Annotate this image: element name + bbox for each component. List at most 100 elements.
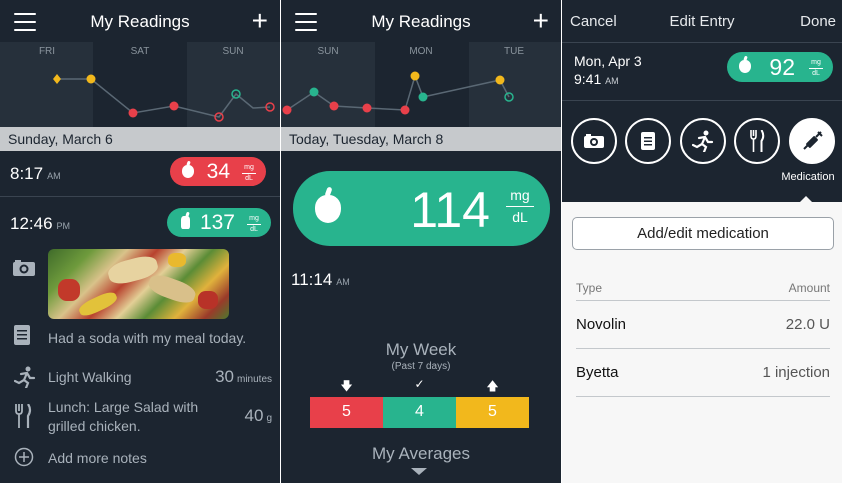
reading-row[interactable]: 8:17 AM 34 mg dL bbox=[0, 151, 280, 197]
week-low-count: 5 bbox=[310, 397, 383, 428]
reading-unit: mg dL bbox=[247, 215, 261, 234]
entry-date: Mon, Apr 3 bbox=[574, 53, 642, 69]
add-reading-plus-icon[interactable]: + bbox=[252, 6, 268, 36]
add-reading-plus-icon[interactable]: + bbox=[533, 6, 549, 36]
chart-point bbox=[169, 101, 179, 111]
chart-point bbox=[282, 105, 292, 115]
activity-label[interactable]: Light Walking bbox=[48, 368, 132, 387]
reading-value: 137 bbox=[199, 211, 235, 234]
activity-tab[interactable] bbox=[680, 118, 726, 164]
activity-minutes: 30 bbox=[215, 367, 234, 386]
chart-point bbox=[362, 103, 372, 113]
week-in-range-count: 4 bbox=[383, 397, 456, 428]
divider bbox=[562, 42, 842, 43]
activity-unit: minutes bbox=[236, 374, 272, 385]
reading-time: 8:17 AM bbox=[10, 164, 61, 184]
camera-tab[interactable] bbox=[571, 118, 617, 164]
fork-knife-icon bbox=[14, 403, 32, 433]
reading-badge-low[interactable]: 34 mg dL bbox=[170, 157, 266, 186]
unit-bottom: dL bbox=[812, 70, 820, 77]
column-header-type: Type bbox=[576, 281, 603, 295]
chart-point bbox=[495, 75, 505, 85]
chevron-down-icon[interactable] bbox=[411, 468, 427, 475]
notes-tab[interactable] bbox=[625, 118, 671, 164]
entry-reading-badge[interactable]: 92 mg dL bbox=[727, 52, 833, 82]
fork-knife-icon bbox=[750, 129, 765, 152]
divider bbox=[576, 300, 830, 301]
divider bbox=[576, 348, 830, 349]
add-more-notes-link[interactable]: Add more notes bbox=[48, 449, 147, 468]
reading-time-value: 8:17 bbox=[10, 164, 44, 183]
check-icon: ✓ bbox=[414, 377, 425, 391]
reading-time-value: 11:14 bbox=[291, 270, 333, 289]
camera-icon bbox=[584, 134, 604, 148]
reading-unit: mg dL bbox=[242, 164, 256, 183]
page-title: My Readings bbox=[90, 12, 190, 31]
meal-value: 40 g bbox=[245, 406, 272, 426]
unit-bottom: dL bbox=[250, 226, 258, 233]
meal-photo[interactable] bbox=[48, 249, 229, 319]
food-tab[interactable] bbox=[734, 118, 780, 164]
reading-time-value: 12:46 bbox=[10, 214, 53, 233]
chart-day-label: SUN bbox=[222, 46, 243, 57]
arrow-up-icon: 🡅 bbox=[486, 379, 499, 393]
chart-point bbox=[418, 92, 428, 102]
running-icon bbox=[13, 366, 36, 393]
week-high-count: 5 bbox=[456, 397, 529, 428]
apple-icon bbox=[182, 165, 194, 178]
readings-mini-chart-svg: SUN MON TUE bbox=[282, 42, 524, 127]
reading-time-ampm: PM bbox=[56, 221, 71, 231]
note-text[interactable]: Had a soda with my meal today. bbox=[48, 329, 246, 348]
unit-top: mg bbox=[811, 59, 821, 66]
medication-tab[interactable] bbox=[789, 118, 835, 164]
date-header: Today, Tuesday, March 8 bbox=[281, 127, 561, 151]
reading-time: 11:14 AM bbox=[291, 270, 350, 290]
reading-unit: mg dL bbox=[809, 59, 823, 78]
chart-point bbox=[128, 108, 138, 118]
current-reading-badge[interactable]: 114 mg dL bbox=[293, 171, 550, 246]
add-circle-icon[interactable] bbox=[14, 447, 34, 472]
chart-day-label: FRI bbox=[39, 46, 55, 57]
readings-mini-chart[interactable]: SUN MON TUE bbox=[281, 42, 561, 127]
averages-title[interactable]: My Averages bbox=[281, 444, 561, 464]
chart-point bbox=[86, 74, 96, 84]
apple-core-icon bbox=[181, 216, 190, 229]
chart-day-label: MON bbox=[409, 46, 432, 57]
chart-day-label: SAT bbox=[131, 46, 150, 57]
week-summary-bar[interactable]: 5 4 5 bbox=[310, 397, 529, 428]
entry-datetime[interactable]: Mon, Apr 3 9:41 AM bbox=[574, 52, 642, 90]
edit-entry-header: Cancel Edit Entry Done Mon, Apr 3 9:41 A… bbox=[562, 0, 842, 203]
meal-carbs: 40 bbox=[244, 406, 264, 425]
meal-description[interactable]: Lunch: Large Salad with grilled chicken. bbox=[48, 398, 218, 436]
readings-mini-chart[interactable]: FRI SAT SUN bbox=[0, 42, 280, 127]
week-summary-title: My Week bbox=[385, 340, 457, 359]
chart-point bbox=[410, 71, 420, 81]
unit-top: mg bbox=[510, 187, 530, 203]
column-header-amount: Amount bbox=[788, 281, 830, 295]
arrow-down-icon: 🡇 bbox=[340, 379, 353, 393]
medication-type: Byetta bbox=[576, 364, 619, 381]
medication-amount: 22.0 U bbox=[785, 316, 830, 333]
week-summary-subtitle: (Past 7 days) bbox=[391, 361, 451, 372]
unit-top: mg bbox=[249, 215, 259, 222]
reading-value: 92 bbox=[769, 54, 795, 80]
chart-day-label: SUN bbox=[317, 46, 338, 57]
reading-value: 114 bbox=[410, 182, 490, 238]
reading-badge-in-range[interactable]: 137 mg dL bbox=[167, 208, 271, 237]
apple-icon bbox=[739, 60, 751, 73]
activity-value: 30 minutes bbox=[215, 367, 272, 387]
unit-bottom: dL bbox=[512, 209, 528, 225]
nav-bar: My Readings + bbox=[0, 0, 280, 42]
chart-point bbox=[329, 101, 339, 111]
reading-time-ampm: AM bbox=[47, 171, 61, 181]
chart-point bbox=[53, 74, 61, 84]
add-edit-medication-button[interactable]: Add/edit medication bbox=[572, 217, 834, 250]
apple-icon bbox=[315, 195, 341, 223]
reading-unit: mg dL bbox=[506, 187, 534, 226]
medication-tab-label: Medication bbox=[781, 171, 835, 183]
nav-bar: My Readings + bbox=[281, 0, 561, 42]
done-button[interactable]: Done bbox=[800, 13, 836, 30]
readings-screen-sunday: My Readings + FRI SAT SUN Sunday, March … bbox=[0, 0, 280, 483]
entry-ampm: AM bbox=[605, 76, 619, 86]
edit-entry-screen: Cancel Edit Entry Done Mon, Apr 3 9:41 A… bbox=[562, 0, 842, 483]
